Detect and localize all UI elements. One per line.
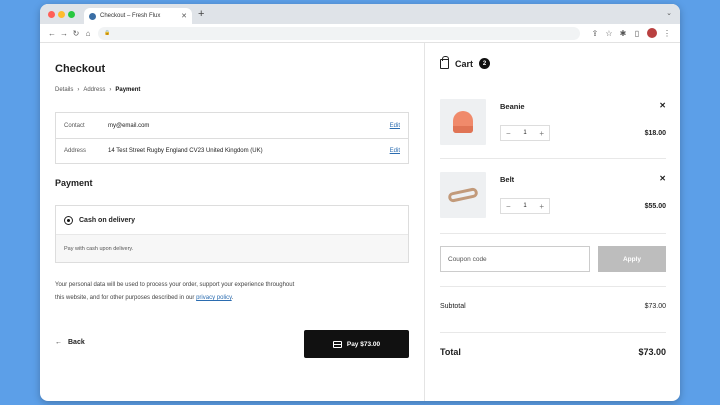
item-name: Belt (500, 175, 515, 184)
quantity-stepper: − 1 + (500, 125, 550, 141)
breadcrumb-address[interactable]: Address (83, 87, 105, 93)
contact-row: Contact my@email.com Edit (56, 113, 408, 138)
pay-button[interactable]: Pay $73.00 (304, 330, 409, 358)
plus-icon[interactable]: + (539, 202, 544, 211)
edit-address-link[interactable]: Edit (390, 148, 400, 154)
privacy-notice: Your personal data will be used to proce… (55, 282, 295, 301)
quantity-value[interactable]: 1 (523, 203, 526, 209)
quantity-stepper: − 1 + (500, 198, 550, 214)
address-value: 14 Test Street Rugby England CV23 United… (108, 148, 263, 154)
sidebar-icon[interactable]: ▯ (630, 29, 644, 38)
total-label: Total (440, 347, 461, 357)
maximize-window-button[interactable] (68, 11, 75, 18)
cart-item: Beanie ✕ − 1 + $18.00 (440, 99, 666, 159)
payment-option[interactable]: Cash on delivery (56, 206, 408, 234)
forward-arrow-icon[interactable]: → (58, 29, 70, 38)
product-image (440, 172, 486, 218)
beanie-image (453, 111, 473, 133)
coupon-input[interactable]: Coupon code (440, 246, 590, 272)
browser-tab[interactable]: Checkout – Fresh Flux ✕ (84, 8, 192, 24)
menu-icon[interactable]: ⋮ (660, 29, 674, 38)
address-label: Address (64, 148, 87, 154)
item-price: $55.00 (644, 203, 666, 210)
subtotal-value: $73.00 (644, 303, 666, 310)
payment-method-box: Cash on delivery Pay with cash upon deli… (55, 205, 409, 263)
pay-label: Pay $73.00 (346, 340, 381, 348)
page-content: Checkout Details › Address › Payment Con… (40, 43, 680, 401)
total-value: $73.00 (638, 347, 666, 357)
subtotal-row: Subtotal $73.00 (440, 303, 666, 310)
wordpress-icon (89, 12, 96, 20)
privacy-text: Your personal data will be used to proce… (55, 282, 295, 301)
reload-icon[interactable]: ↻ (70, 29, 82, 38)
order-summary-box: Contact my@email.com Edit Address 14 Tes… (55, 112, 409, 164)
minimize-window-button[interactable] (58, 11, 65, 18)
item-price: $18.00 (644, 130, 666, 137)
address-bar: ← → ↻ ⌂ 🔒 ⇪ ☆ ✱ ▯ ⋮ (40, 24, 680, 43)
back-button[interactable]: ← Back (55, 339, 85, 346)
remove-item-icon[interactable]: ✕ (659, 101, 666, 110)
avatar[interactable] (647, 28, 657, 38)
item-name: Beanie (500, 102, 525, 111)
contact-label: Contact (64, 122, 85, 129)
payment-radio[interactable] (64, 215, 73, 225)
back-arrow-icon[interactable]: ← (46, 29, 58, 38)
arrow-left-icon: ← (55, 339, 62, 346)
breadcrumb-payment: Payment (115, 87, 141, 93)
shopping-bag-icon (440, 55, 449, 69)
edit-contact-link[interactable]: Edit (390, 123, 400, 129)
payment-description: Pay with cash upon delivery. (56, 234, 408, 262)
subtotal-label: Subtotal (440, 303, 466, 310)
payment-method-label: Cash on delivery (79, 216, 136, 224)
back-label: Back (68, 339, 85, 346)
privacy-policy-link[interactable]: privacy policy (196, 295, 232, 301)
share-icon[interactable]: ⇪ (588, 29, 602, 38)
minus-icon[interactable]: − (506, 129, 511, 138)
quantity-value[interactable]: 1 (523, 130, 526, 136)
divider (440, 286, 666, 287)
minus-icon[interactable]: − (506, 202, 511, 211)
product-image (440, 99, 486, 145)
cart-header: Cart 2 (440, 55, 491, 69)
cart-item: Belt ✕ − 1 + $55.00 (440, 172, 666, 236)
lock-icon: 🔒 (104, 30, 111, 36)
tab-title: Checkout – Fresh Flux (100, 13, 161, 19)
address-row: Address 14 Test Street Rugby England CV2… (56, 138, 408, 163)
contact-value: my@email.com (108, 122, 150, 129)
cart-title: Cart (455, 58, 474, 69)
breadcrumb: Details › Address › Payment (55, 87, 140, 93)
credit-card-icon (332, 340, 342, 348)
belt-image (447, 186, 479, 204)
divider (440, 233, 666, 234)
cart-panel: Cart 2 Beanie ✕ − 1 + $18.00 Belt ✕ − 1 … (425, 43, 680, 401)
plus-icon[interactable]: + (539, 129, 544, 138)
chevron-down-icon[interactable]: ⌄ (666, 9, 672, 17)
close-window-button[interactable] (48, 11, 55, 18)
browser-window: Checkout – Fresh Flux ✕ + ⌄ ← → ↻ ⌂ 🔒 ⇪ … (40, 4, 680, 401)
url-field[interactable]: 🔒 (98, 26, 580, 40)
apply-coupon-button[interactable]: Apply (598, 246, 666, 272)
checkout-panel: Checkout Details › Address › Payment Con… (40, 43, 425, 401)
page-title: Checkout (55, 63, 106, 75)
new-tab-button[interactable]: + (198, 8, 204, 20)
close-tab-icon[interactable]: ✕ (181, 12, 187, 20)
payment-heading: Payment (55, 178, 93, 188)
chevron-right-icon: › (109, 87, 112, 93)
star-icon[interactable]: ☆ (602, 29, 616, 38)
remove-item-icon[interactable]: ✕ (659, 174, 666, 183)
breadcrumb-details[interactable]: Details (55, 87, 73, 93)
chevron-right-icon: › (77, 87, 80, 93)
tab-bar: Checkout – Fresh Flux ✕ + ⌄ (40, 4, 680, 24)
total-row: Total $73.00 (440, 347, 666, 357)
home-icon[interactable]: ⌂ (82, 29, 94, 38)
cart-count-badge: 2 (479, 58, 491, 69)
divider (440, 332, 666, 333)
extensions-icon[interactable]: ✱ (616, 29, 630, 38)
